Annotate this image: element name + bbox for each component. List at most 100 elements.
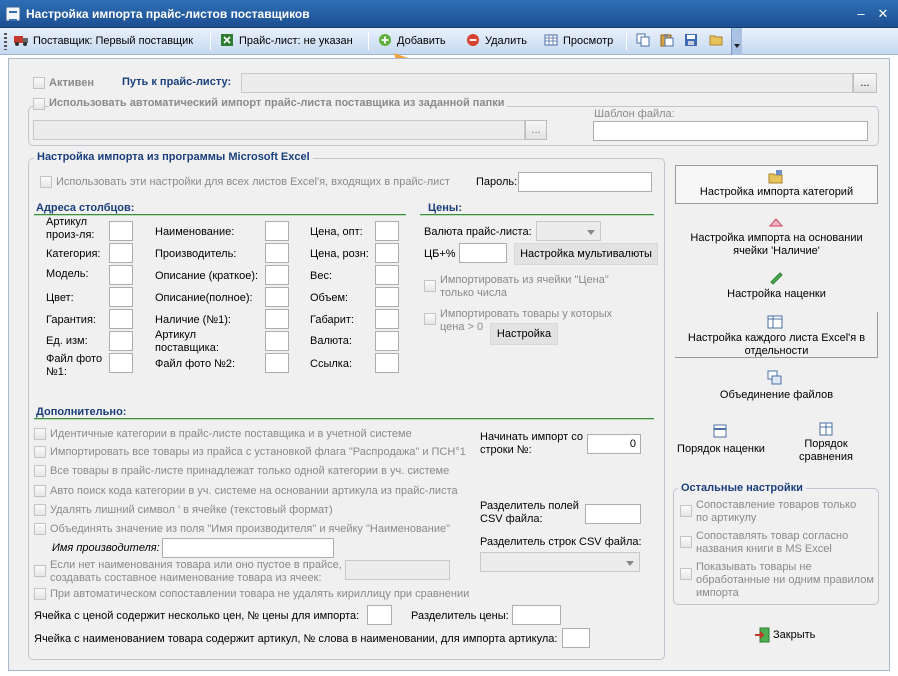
cb-label: ЦБ+% — [424, 248, 456, 260]
categories-import-button[interactable]: Настройка импорта категорий — [675, 165, 878, 204]
csv-field-sep-input[interactable] — [585, 504, 641, 524]
price-setup-button[interactable]: Настройка — [490, 323, 558, 345]
save-button[interactable] — [684, 31, 703, 52]
csv-row-sep-label: Разделитель строк CSV файла: — [480, 536, 642, 548]
article-word-input[interactable] — [562, 628, 590, 648]
manufacturer-name-input[interactable] — [162, 538, 334, 558]
col-dimension-input[interactable] — [375, 309, 399, 329]
col-unit-input[interactable] — [109, 331, 133, 351]
col-photo2-label: Файл фото №2: — [155, 358, 236, 370]
toolbar-overflow-icon[interactable] — [731, 28, 742, 55]
col-photo1-input[interactable] — [109, 353, 133, 373]
col-name-input[interactable] — [265, 221, 289, 241]
cb-input[interactable] — [459, 243, 507, 263]
minimize-button[interactable]: – — [852, 5, 870, 23]
article-only-checkbox[interactable] — [680, 505, 692, 517]
col-wholesale-input[interactable] — [375, 221, 399, 241]
paste-button[interactable] — [660, 31, 679, 52]
col-supplier-article-input[interactable] — [265, 331, 289, 351]
col-category-label: Категория: — [46, 248, 101, 260]
active-checkbox[interactable] — [33, 77, 45, 89]
folder-browse-button[interactable]: ... — [525, 120, 547, 140]
path-browse-button[interactable]: ... — [853, 73, 877, 93]
currency-dropdown[interactable] — [536, 221, 601, 241]
supplier-button[interactable]: Поставщик: Первый поставщик — [14, 31, 193, 52]
toolbar-separator — [368, 32, 369, 50]
markup-order-button[interactable]: Порядок наценки — [675, 422, 767, 458]
col-link-input[interactable] — [375, 353, 399, 373]
merge-files-button[interactable]: Объединение файлов — [675, 368, 878, 404]
col-full-desc-input[interactable] — [265, 287, 289, 307]
password-input[interactable] — [518, 172, 652, 192]
auto-import-checkbox[interactable] — [33, 98, 45, 110]
markup-icon — [768, 270, 784, 290]
title-bar: Настройка импорта прайс-листов поставщик… — [0, 0, 898, 28]
path-input[interactable] — [241, 73, 853, 93]
toolbar-grip-icon — [4, 33, 7, 50]
composite-name-checkbox[interactable] — [34, 565, 46, 577]
col-article-input[interactable] — [109, 221, 133, 241]
col-short-desc-label: Описание (краткое): — [155, 270, 259, 282]
copy-button[interactable] — [636, 31, 655, 52]
col-unit-label: Ед. изм: — [46, 335, 88, 347]
col-color-input[interactable] — [109, 287, 133, 307]
col-short-desc-input[interactable] — [265, 265, 289, 285]
multi-price-input[interactable] — [367, 605, 392, 625]
identical-categories-label: Идентичные категории в прайс-листе поста… — [50, 428, 412, 440]
sale-flag-checkbox[interactable] — [34, 446, 46, 458]
book-name-checkbox[interactable] — [680, 536, 692, 548]
availability-import-label: Настройка импорта на основании ячейки 'Н… — [690, 232, 863, 257]
composite-cells-input[interactable] — [345, 560, 450, 580]
col-volume-input[interactable] — [375, 287, 399, 307]
numbers-only-checkbox[interactable] — [424, 280, 436, 292]
positive-only-checkbox[interactable] — [424, 313, 436, 325]
one-category-checkbox[interactable] — [34, 465, 46, 477]
multi-price-label: Ячейка с ценой содержит несколько цен, №… — [34, 610, 360, 622]
toolbar-separator — [626, 32, 627, 50]
compare-order-button[interactable]: Порядок сравнения — [786, 422, 866, 468]
no-cyrillic-checkbox[interactable] — [34, 588, 46, 600]
col-manufacturer-input[interactable] — [265, 243, 289, 263]
excel-group-title: Настройка импорта из программы Microsoft… — [34, 151, 313, 163]
col-weight-input[interactable] — [375, 265, 399, 285]
multicurrency-button[interactable]: Настройка мультивалюты — [514, 243, 658, 265]
unprocessed-checkbox[interactable] — [680, 568, 692, 580]
template-input[interactable] — [593, 121, 868, 141]
folder-button[interactable] — [709, 31, 728, 52]
article-word-label: Ячейка с наименованием товара содержит а… — [34, 633, 558, 645]
truck-icon — [14, 33, 28, 47]
disk-icon — [684, 33, 698, 47]
col-warranty-label: Гарантия: — [46, 314, 96, 326]
excel-icon — [220, 33, 234, 47]
availability-import-button[interactable]: Настройка импорта на основании ячейки 'Н… — [675, 214, 878, 260]
pricelist-button[interactable]: Прайс-лист: не указан — [220, 31, 353, 52]
currency-label: Валюта прайс-листа: — [424, 226, 532, 238]
col-availability-input[interactable] — [265, 309, 289, 329]
auto-category-checkbox[interactable] — [34, 485, 46, 497]
col-warranty-input[interactable] — [109, 309, 133, 329]
prices-divider — [420, 214, 654, 216]
all-sheets-checkbox[interactable] — [40, 176, 52, 188]
close-dialog-button[interactable]: Закрыть — [754, 626, 815, 644]
col-photo2-input[interactable] — [265, 353, 289, 373]
each-sheet-button[interactable]: Настройка каждого листа Excel'я в отдель… — [675, 312, 878, 358]
col-retail-input[interactable] — [375, 243, 399, 263]
categories-import-label: Настройка импорта категорий — [699, 186, 854, 198]
merge-manufacturer-checkbox[interactable] — [34, 523, 46, 535]
delete-button[interactable]: Удалить — [466, 31, 527, 52]
remove-quote-checkbox[interactable] — [34, 504, 46, 516]
col-currency-input[interactable] — [375, 331, 399, 351]
markup-order-icon — [713, 424, 727, 442]
close-button[interactable]: ✕ — [874, 5, 892, 23]
add-button[interactable]: Добавить — [378, 31, 446, 52]
preview-button[interactable]: Просмотр — [544, 31, 613, 52]
markup-button[interactable]: Настройка наценки — [675, 268, 878, 304]
all-sheets-label: Использовать эти настройки для всех лист… — [56, 176, 450, 188]
start-row-input[interactable]: 0 — [587, 434, 641, 454]
col-model-input[interactable] — [109, 265, 133, 285]
csv-row-sep-dropdown[interactable] — [480, 552, 640, 572]
folder-input[interactable] — [33, 120, 525, 140]
col-category-input[interactable] — [109, 243, 133, 263]
price-sep-input[interactable] — [512, 605, 561, 625]
identical-categories-checkbox[interactable] — [34, 428, 46, 440]
